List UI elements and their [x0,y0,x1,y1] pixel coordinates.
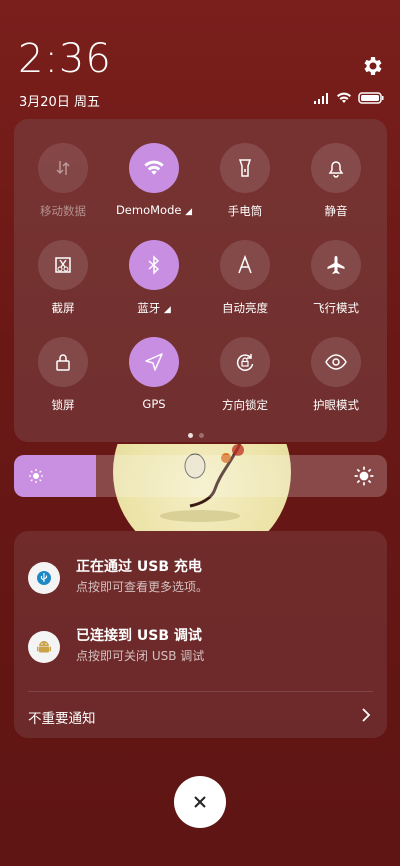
clock-time: 2:36 [18,36,112,82]
rotation-lock-icon [220,337,270,387]
brightness-high-icon [354,466,374,486]
tile-label: 截屏 [51,301,75,315]
brightness-fill [14,455,96,497]
tile-label: 自动亮度 [222,301,268,315]
notification-title: 正在通过 USB 充电 [76,559,202,575]
brightness-low-icon [29,469,43,483]
auto-brightness-icon [220,240,270,290]
tile-label: 护眼模式 [313,398,359,412]
tile-label: DemoMode [115,203,182,217]
notification-desc: 点按即可关闭 USB 调试 [76,649,205,663]
notification-desc: 点按即可查看更多选项。 [76,580,209,594]
tile-label: GPS [142,397,166,411]
location-icon [129,337,179,387]
tile-rotation-lock[interactable]: 方向锁定 [199,337,291,413]
divider [28,691,373,692]
notification-card: 正在通过 USB 充电 点按即可查看更多选项。 已连接到 USB 调试 点按即可… [14,531,387,738]
tile-label: 手电筒 [227,204,263,218]
settings-gear-icon[interactable] [360,54,384,78]
page-dot-active [188,433,193,438]
chevron-right-icon[interactable] [359,707,373,723]
tile-mobile-data[interactable]: 移动数据 [17,143,109,219]
bell-icon [311,143,361,193]
tile-auto-brightness[interactable]: 自动亮度 [199,240,291,316]
page-dot [199,433,204,438]
tile-label: 静音 [324,204,348,218]
sub-indicator-icon: ◢ [185,207,193,217]
sub-indicator-icon: ◢ [163,305,171,315]
brightness-slider[interactable] [14,455,387,497]
wifi-icon [129,143,179,193]
tile-wifi[interactable]: DemoMode ◢ [108,143,200,217]
lock-icon [38,337,88,387]
tile-eye-care[interactable]: 护眼模式 [290,337,382,413]
less-important-notifications-link[interactable]: 不重要通知 [28,707,96,727]
tile-screenshot[interactable]: 截屏 [17,240,109,316]
tile-label: 方向锁定 [222,398,268,412]
screenshot-icon [38,240,88,290]
status-bar-icons [314,91,384,105]
notification-usb-charging[interactable]: 正在通过 USB 充电 点按即可查看更多选项。 [28,556,368,602]
notification-usb-debug[interactable]: 已连接到 USB 调试 点按即可关闭 USB 调试 [28,625,368,671]
android-icon [28,631,60,663]
bluetooth-icon [129,240,179,290]
battery-icon [358,92,384,104]
tile-label: 移动数据 [40,204,86,218]
notification-title: 已连接到 USB 调试 [76,628,202,644]
clock-date: 3月20日 周五 [19,95,100,110]
eye-icon [311,337,361,387]
tile-label: 飞行模式 [313,301,359,315]
tile-bluetooth[interactable]: 蓝牙 ◢ [108,240,200,316]
tile-silent[interactable]: 静音 [290,143,382,219]
close-button[interactable] [174,776,226,828]
wifi-status-icon [337,92,351,103]
tile-gps[interactable]: GPS [108,337,200,411]
close-icon [194,796,206,808]
page-indicator [188,433,204,438]
tile-label: 蓝牙 [137,301,161,315]
airplane-icon [311,240,361,290]
tile-lock-screen[interactable]: 锁屏 [17,337,109,413]
mobile-data-icon [38,143,88,193]
tile-flashlight[interactable]: 手电筒 [199,143,291,219]
tile-label: 锁屏 [51,398,75,412]
usb-icon [28,562,60,594]
flashlight-icon [220,143,270,193]
signal-icon [314,92,328,104]
tile-airplane[interactable]: 飞行模式 [290,240,382,316]
